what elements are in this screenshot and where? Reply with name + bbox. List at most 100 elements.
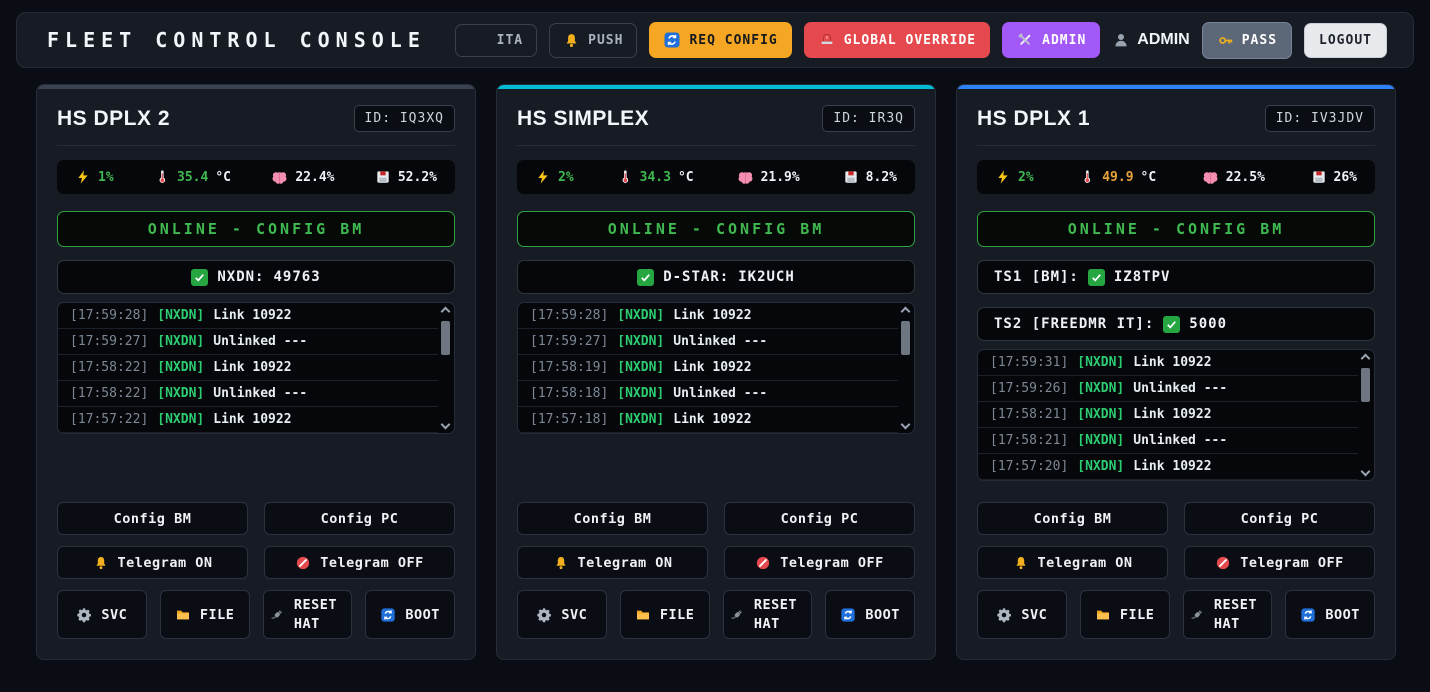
telegram-on-button[interactable]: Telegram ON <box>977 546 1168 579</box>
folder-icon <box>175 607 191 623</box>
log-row: [17:58:22][NXDN]Link 10922 <box>58 355 438 381</box>
telegram-off-button[interactable]: Telegram OFF <box>724 546 915 579</box>
config-bm-button[interactable]: Config BM <box>977 502 1168 535</box>
push-button[interactable]: PUSH <box>549 23 637 58</box>
scrollbar-thumb[interactable] <box>1361 368 1370 402</box>
telegram-off-button[interactable]: Telegram OFF <box>264 546 455 579</box>
log-tag: [NXDN] <box>157 386 204 401</box>
svc-button[interactable]: SVC <box>57 590 147 639</box>
log-row: [17:57:22][NXDN]Link 10922 <box>58 407 438 433</box>
memory-icon <box>375 169 391 185</box>
log-time: [17:59:27] <box>70 334 148 349</box>
device-id-badge: ID: IQ3XQ <box>354 105 455 132</box>
language-label: ITA <box>497 33 523 48</box>
network-value: IK2UCH <box>738 269 795 285</box>
log-message: Link 10922 <box>213 360 291 375</box>
svc-button[interactable]: SVC <box>977 590 1067 639</box>
reset-hat-label: RESET HAT <box>754 596 806 632</box>
reset-hat-button[interactable]: RESET HAT <box>263 590 353 639</box>
admin-role-label: ADMIN <box>1042 33 1086 48</box>
file-button[interactable]: FILE <box>1080 590 1170 639</box>
pass-label: PASS <box>1242 33 1277 48</box>
log-message: Link 10922 <box>1133 407 1211 422</box>
chevron-up-icon[interactable] <box>1360 354 1370 364</box>
scrollbar[interactable] <box>899 305 911 431</box>
boot-button[interactable]: BOOT <box>825 590 915 639</box>
folder-icon <box>1095 607 1111 623</box>
scrollbar-thumb[interactable] <box>901 321 910 355</box>
pass-button[interactable]: PASS <box>1202 22 1292 59</box>
logout-label: LOGOUT <box>1319 33 1372 48</box>
scrollbar[interactable] <box>439 305 451 431</box>
chevron-down-icon[interactable] <box>440 420 450 430</box>
config-bm-button[interactable]: Config BM <box>517 502 708 535</box>
log-panel[interactable]: [17:59:31][NXDN]Link 10922 [17:59:26][NX… <box>977 349 1375 481</box>
reset-hat-button[interactable]: RESET HAT <box>723 590 813 639</box>
config-pc-label: Config PC <box>1241 511 1319 527</box>
log-message: Link 10922 <box>1133 355 1211 370</box>
plug-icon <box>1189 607 1205 623</box>
reset-hat-button[interactable]: RESET HAT <box>1183 590 1273 639</box>
file-label: FILE <box>200 607 235 623</box>
status-banner: ONLINE - CONFIG BM <box>57 211 455 247</box>
log-message: Link 10922 <box>673 308 751 323</box>
log-tag: [NXDN] <box>617 412 664 427</box>
language-button[interactable]: ITA <box>455 24 537 57</box>
power-value: 2% <box>558 170 574 185</box>
chevron-up-icon[interactable] <box>900 307 910 317</box>
cpu-icon <box>737 169 754 186</box>
config-pc-button[interactable]: Config PC <box>1184 502 1375 535</box>
tools-icon <box>1016 31 1034 49</box>
telegram-off-label: Telegram OFF <box>780 555 884 571</box>
log-list: [17:59:28][NXDN]Link 10922 [17:59:27][NX… <box>58 303 454 433</box>
log-panel[interactable]: [17:59:28][NXDN]Link 10922 [17:59:27][NX… <box>517 302 915 434</box>
config-bm-label: Config BM <box>1034 511 1112 527</box>
cpu-value: 21.9% <box>761 170 800 185</box>
timeslot-1-row: TS1 [BM]: IZ8TPV <box>977 260 1375 294</box>
log-row: [17:57:20][NXDN]Link 10922 <box>978 454 1358 480</box>
svc-button[interactable]: SVC <box>517 590 607 639</box>
folder-icon <box>635 607 651 623</box>
no-entry-icon <box>755 555 771 571</box>
global-override-button[interactable]: GLOBAL OVERRIDE <box>804 22 990 58</box>
mem-value: 26% <box>1334 170 1357 185</box>
header-actions: ITA PUSH REQ CONFIG GLOBAL OVERRIDE ADMI… <box>455 22 1387 59</box>
telegram-on-button[interactable]: Telegram ON <box>517 546 708 579</box>
scrollbar[interactable] <box>1359 352 1371 478</box>
power-icon <box>995 169 1011 185</box>
boot-button[interactable]: BOOT <box>1285 590 1375 639</box>
file-button[interactable]: FILE <box>160 590 250 639</box>
config-pc-button[interactable]: Config PC <box>724 502 915 535</box>
chevron-down-icon[interactable] <box>900 420 910 430</box>
divider <box>517 145 915 146</box>
power-icon <box>535 169 551 185</box>
chevron-up-icon[interactable] <box>440 307 450 317</box>
ts1-value: IZ8TPV <box>1114 269 1171 285</box>
telegram-off-button[interactable]: Telegram OFF <box>1184 546 1375 579</box>
log-row: [17:58:21][NXDN]Unlinked --- <box>978 428 1358 454</box>
config-pc-button[interactable]: Config PC <box>264 502 455 535</box>
chevron-down-icon[interactable] <box>1360 467 1370 477</box>
network-value: 49763 <box>274 269 321 285</box>
scrollbar-thumb[interactable] <box>441 321 450 355</box>
telegram-off-label: Telegram OFF <box>320 555 424 571</box>
log-tag: [NXDN] <box>1077 433 1124 448</box>
req-config-label: REQ CONFIG <box>689 33 777 48</box>
log-panel[interactable]: [17:59:28][NXDN]Link 10922 [17:59:27][NX… <box>57 302 455 434</box>
device-card-hs-dplx-1: HS DPLX 1 ID: IV3JDV 2% 49.9°C 22.5% 26%… <box>956 84 1396 660</box>
card-title: HS SIMPLEX <box>517 107 649 131</box>
cpu-value: 22.5% <box>1226 170 1265 185</box>
reset-hat-label: RESET HAT <box>1214 596 1266 632</box>
file-button[interactable]: FILE <box>620 590 710 639</box>
stats-bar: 2% 34.3°C 21.9% 8.2% <box>517 160 915 194</box>
boot-button[interactable]: BOOT <box>365 590 455 639</box>
card-actions: Config BM Config PC Telegram ON Telegram… <box>977 502 1375 639</box>
telegram-on-button[interactable]: Telegram ON <box>57 546 248 579</box>
telegram-off-label: Telegram OFF <box>1240 555 1344 571</box>
logout-button[interactable]: LOGOUT <box>1304 23 1387 58</box>
admin-role-button[interactable]: ADMIN <box>1002 22 1100 58</box>
log-row: [17:59:27][NXDN]Unlinked --- <box>518 329 898 355</box>
req-config-button[interactable]: REQ CONFIG <box>649 22 791 58</box>
svc-label: SVC <box>561 607 587 623</box>
config-bm-button[interactable]: Config BM <box>57 502 248 535</box>
